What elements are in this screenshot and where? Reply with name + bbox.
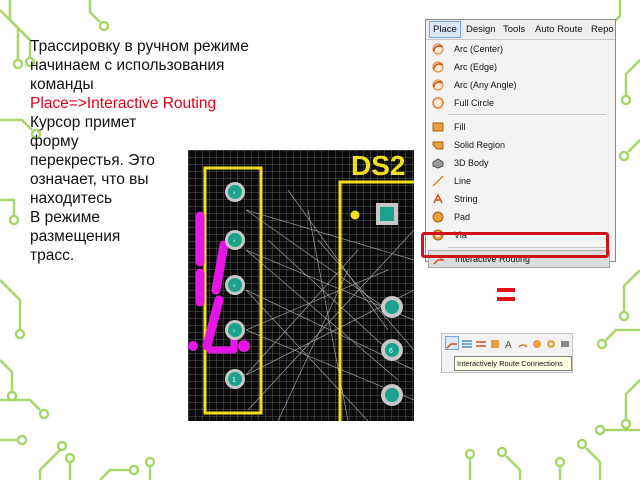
menu-item-line[interactable]: Line xyxy=(428,172,608,190)
component-icon[interactable] xyxy=(559,337,571,349)
arc-center-icon xyxy=(432,43,444,55)
fill-icon[interactable] xyxy=(489,337,501,349)
pad-icon xyxy=(432,211,444,223)
menu-item-full-circle[interactable]: Full Circle xyxy=(428,94,608,112)
equals-sign xyxy=(497,288,515,302)
diff-pair-icon[interactable] xyxy=(475,337,487,349)
arc-edge-icon xyxy=(432,61,444,73)
arc-any-angle-icon xyxy=(432,79,444,91)
toolbar-tooltip: Interactively Route Connections xyxy=(454,356,572,371)
line-icon xyxy=(432,175,444,187)
menu-bar: Place Design Tools Auto Route Repo xyxy=(426,20,615,40)
string-icon xyxy=(432,193,444,205)
command-path: Place=>Interactive Routing xyxy=(30,95,217,112)
string-icon[interactable]: A xyxy=(503,337,515,351)
pad-label: 1 xyxy=(232,377,236,384)
menubar-place[interactable]: Place xyxy=(429,21,461,38)
full-circle-icon xyxy=(432,97,444,109)
interactive-routing-icon[interactable] xyxy=(445,336,459,350)
menu-separator xyxy=(448,114,606,115)
text-line: команды xyxy=(30,76,94,93)
pad-icon[interactable] xyxy=(531,337,543,349)
pcb-canvas[interactable]: DS2 5 4 3 2 1 6 xyxy=(188,150,414,421)
menubar-tools[interactable]: Tools xyxy=(500,23,528,36)
menu-item-arc-center[interactable]: Arc (Center) xyxy=(428,40,608,58)
menu-item-string[interactable]: String xyxy=(428,190,608,208)
solid-region-icon xyxy=(432,139,444,151)
text-line: начинаем с использования xyxy=(30,57,225,74)
arc-icon[interactable] xyxy=(517,337,529,349)
text-line: Курсор примет xyxy=(30,114,137,131)
menu-item-arc-any-angle[interactable]: Arc (Any Angle) xyxy=(428,76,608,94)
3d-body-icon xyxy=(432,157,444,169)
menu-item-fill[interactable]: Fill xyxy=(428,118,608,136)
place-menu: Place Design Tools Auto Route Repo Arc (… xyxy=(425,19,616,268)
menu-item-solid-region[interactable]: Solid Region xyxy=(428,136,608,154)
menu-item-arc-edge[interactable]: Arc (Edge) xyxy=(428,58,608,76)
text-line: Трассировку в ручном режиме xyxy=(30,38,249,55)
highlight-frame xyxy=(421,232,609,258)
menu-item-pad[interactable]: Pad xyxy=(428,208,608,226)
component-label: DS2 xyxy=(351,150,405,181)
svg-text:A: A xyxy=(505,340,512,350)
menubar-reports[interactable]: Repo xyxy=(588,23,617,36)
fill-icon xyxy=(432,121,444,133)
menubar-auto-route[interactable]: Auto Route xyxy=(532,23,586,36)
text-line: форму xyxy=(30,133,79,150)
via-icon[interactable] xyxy=(545,337,557,349)
menu-item-3d-body[interactable]: 3D Body xyxy=(428,154,608,172)
multi-route-icon[interactable] xyxy=(461,337,473,349)
pad-label: 6 xyxy=(389,348,393,355)
menubar-design[interactable]: Design xyxy=(463,23,499,36)
